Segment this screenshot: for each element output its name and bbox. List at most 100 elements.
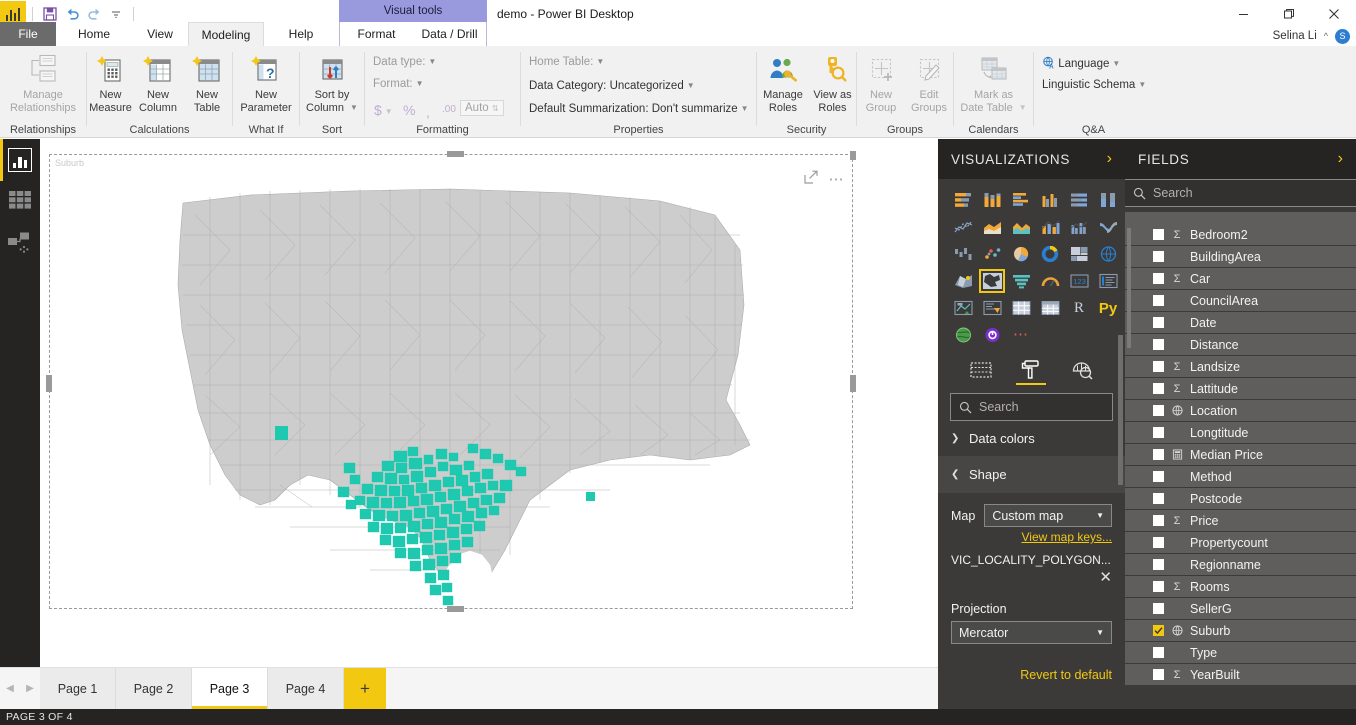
donut-chart-icon[interactable] — [1037, 242, 1063, 266]
ribbon-tab-data-drill[interactable]: Data / Drill — [413, 22, 486, 46]
format-section-data-colors[interactable]: ❯ Data colors — [938, 421, 1125, 457]
field-checkbox[interactable] — [1153, 471, 1164, 482]
field-checkbox[interactable] — [1153, 229, 1164, 240]
field-row[interactable]: Propertycount — [1125, 532, 1356, 554]
field-checkbox[interactable] — [1153, 295, 1164, 306]
field-row[interactable]: ΣBedroom2 — [1125, 224, 1356, 246]
field-row[interactable]: ΣLandsize — [1125, 356, 1356, 378]
next-page-icon[interactable]: ▶ — [20, 668, 40, 709]
new-parameter-button[interactable]: ? NewParameter — [233, 52, 299, 114]
ribbon-tab-help[interactable]: Help — [264, 22, 338, 46]
view-as-roles-button[interactable]: View asRoles — [809, 52, 856, 114]
projection-dropdown[interactable]: Mercator ▼ — [951, 621, 1112, 644]
field-checkbox[interactable] — [1153, 669, 1164, 680]
new-table-button[interactable]: NewTable — [182, 52, 232, 114]
fields-pane-scrollbar[interactable] — [1127, 228, 1131, 348]
100-stacked-column-chart-icon[interactable] — [1095, 188, 1121, 212]
field-checkbox[interactable] — [1153, 647, 1164, 658]
data-category-field[interactable]: Data Category: Uncategorized▼ — [529, 80, 695, 92]
stacked-bar-chart-icon[interactable] — [950, 188, 976, 212]
sort-by-column-button[interactable]: Sort byColumn ▼ — [300, 52, 364, 114]
shape-map-visual[interactable]: Suburb ⋯ — [49, 154, 853, 609]
shape-map-icon[interactable] — [979, 269, 1005, 293]
clustered-bar-chart-icon[interactable] — [1008, 188, 1034, 212]
close-icon[interactable]: ✕ — [951, 568, 1112, 586]
thousands-separator-button[interactable]: , — [426, 104, 430, 120]
format-section-shape[interactable]: ❮ Shape — [938, 457, 1125, 493]
add-page-button[interactable]: + — [344, 668, 386, 709]
scatter-chart-icon[interactable] — [979, 242, 1005, 266]
100-stacked-bar-chart-icon[interactable] — [1066, 188, 1092, 212]
field-checkbox[interactable] — [1153, 361, 1164, 372]
field-checkbox[interactable] — [1153, 383, 1164, 394]
field-checkbox[interactable] — [1153, 339, 1164, 350]
field-checkbox[interactable] — [1153, 559, 1164, 570]
page-tab-4[interactable]: Page 4 — [268, 668, 344, 709]
manage-relationships-button[interactable]: ManageRelationships — [0, 52, 86, 114]
revert-to-default-button[interactable]: Revert to default — [951, 668, 1112, 682]
field-row[interactable]: Method — [1125, 466, 1356, 488]
chevron-right-icon[interactable]: › — [1107, 150, 1112, 168]
sidebar-item-model-view[interactable] — [0, 223, 40, 265]
linguistic-schema-button[interactable]: Linguistic Schema▼ — [1042, 79, 1146, 91]
field-checkbox[interactable] — [1153, 581, 1164, 592]
arcgis-maps-icon[interactable] — [950, 323, 976, 347]
area-chart-icon[interactable] — [979, 215, 1005, 239]
python-visual-icon[interactable]: Py — [1095, 296, 1121, 320]
field-row[interactable]: Regionname — [1125, 554, 1356, 576]
field-row[interactable]: Location — [1125, 400, 1356, 422]
filled-map-icon[interactable] — [950, 269, 976, 293]
ribbon-tab-file[interactable]: File — [0, 22, 56, 46]
page-tab-3[interactable]: Page 3 — [192, 668, 268, 709]
slicer-icon[interactable] — [979, 296, 1005, 320]
waterfall-chart-icon[interactable] — [950, 242, 976, 266]
data-type-field[interactable]: Data type:▼ — [373, 56, 436, 68]
field-row[interactable]: Distance — [1125, 334, 1356, 356]
ribbon-tab-modeling[interactable]: Modeling — [188, 22, 264, 46]
format-field[interactable]: Format:▼ — [373, 78, 424, 90]
field-checkbox[interactable] — [1153, 405, 1164, 416]
clustered-column-chart-icon[interactable] — [1037, 188, 1063, 212]
format-search-input[interactable]: Search — [950, 393, 1113, 421]
field-row[interactable]: ΣLattitude — [1125, 378, 1356, 400]
manage-roles-button[interactable]: ManageRoles — [757, 52, 809, 114]
r-script-visual-icon[interactable]: R — [1066, 296, 1092, 320]
new-column-button[interactable]: NewColumn — [134, 52, 182, 114]
line-stacked-column-chart-icon[interactable] — [1037, 215, 1063, 239]
page-tab-2[interactable]: Page 2 — [116, 668, 192, 709]
line-clustered-column-chart-icon[interactable] — [1066, 215, 1092, 239]
field-checkbox[interactable] — [1153, 273, 1164, 284]
gauge-chart-icon[interactable] — [1037, 269, 1063, 293]
kpi-icon[interactable] — [950, 296, 976, 320]
ribbon-tab-format[interactable]: Format — [340, 22, 413, 46]
chevron-right-icon[interactable]: › — [1338, 150, 1343, 168]
sidebar-item-report-view[interactable] — [0, 139, 40, 181]
field-checkbox[interactable] — [1153, 537, 1164, 548]
powerapps-visual-icon[interactable] — [979, 323, 1005, 347]
format-tab[interactable] — [1014, 355, 1048, 385]
field-row[interactable]: Type — [1125, 642, 1356, 664]
matrix-icon[interactable] — [1037, 296, 1063, 320]
language-button[interactable]: A Language▼ — [1042, 56, 1120, 72]
field-row[interactable]: CouncilArea — [1125, 290, 1356, 312]
resize-handle-top-right[interactable] — [850, 151, 856, 160]
field-row[interactable]: SellerG — [1125, 598, 1356, 620]
field-row[interactable]: ΣCar — [1125, 268, 1356, 290]
field-row[interactable]: Suburb — [1125, 620, 1356, 642]
stacked-column-chart-icon[interactable] — [979, 188, 1005, 212]
home-table-field[interactable]: Home Table:▼ — [529, 56, 604, 68]
field-row[interactable]: ΣRooms — [1125, 576, 1356, 598]
percent-format-button[interactable]: % — [403, 102, 415, 118]
resize-handle-top[interactable] — [447, 151, 464, 157]
field-checkbox[interactable] — [1153, 625, 1164, 636]
field-checkbox[interactable] — [1153, 603, 1164, 614]
map-dropdown[interactable]: Custom map ▼ — [984, 504, 1112, 527]
field-row[interactable]: Longtitude — [1125, 422, 1356, 444]
currency-format-button[interactable]: $▼ — [374, 102, 393, 118]
more-visuals-icon[interactable]: ⋯ — [1008, 323, 1034, 347]
ribbon-tab-home[interactable]: Home — [56, 22, 132, 46]
report-canvas[interactable]: Suburb ⋯ — [40, 139, 938, 667]
decimal-places-stepper[interactable]: Auto ⇅ — [460, 100, 504, 116]
table-icon[interactable] — [1008, 296, 1034, 320]
new-measure-button[interactable]: NewMeasure — [87, 52, 134, 114]
